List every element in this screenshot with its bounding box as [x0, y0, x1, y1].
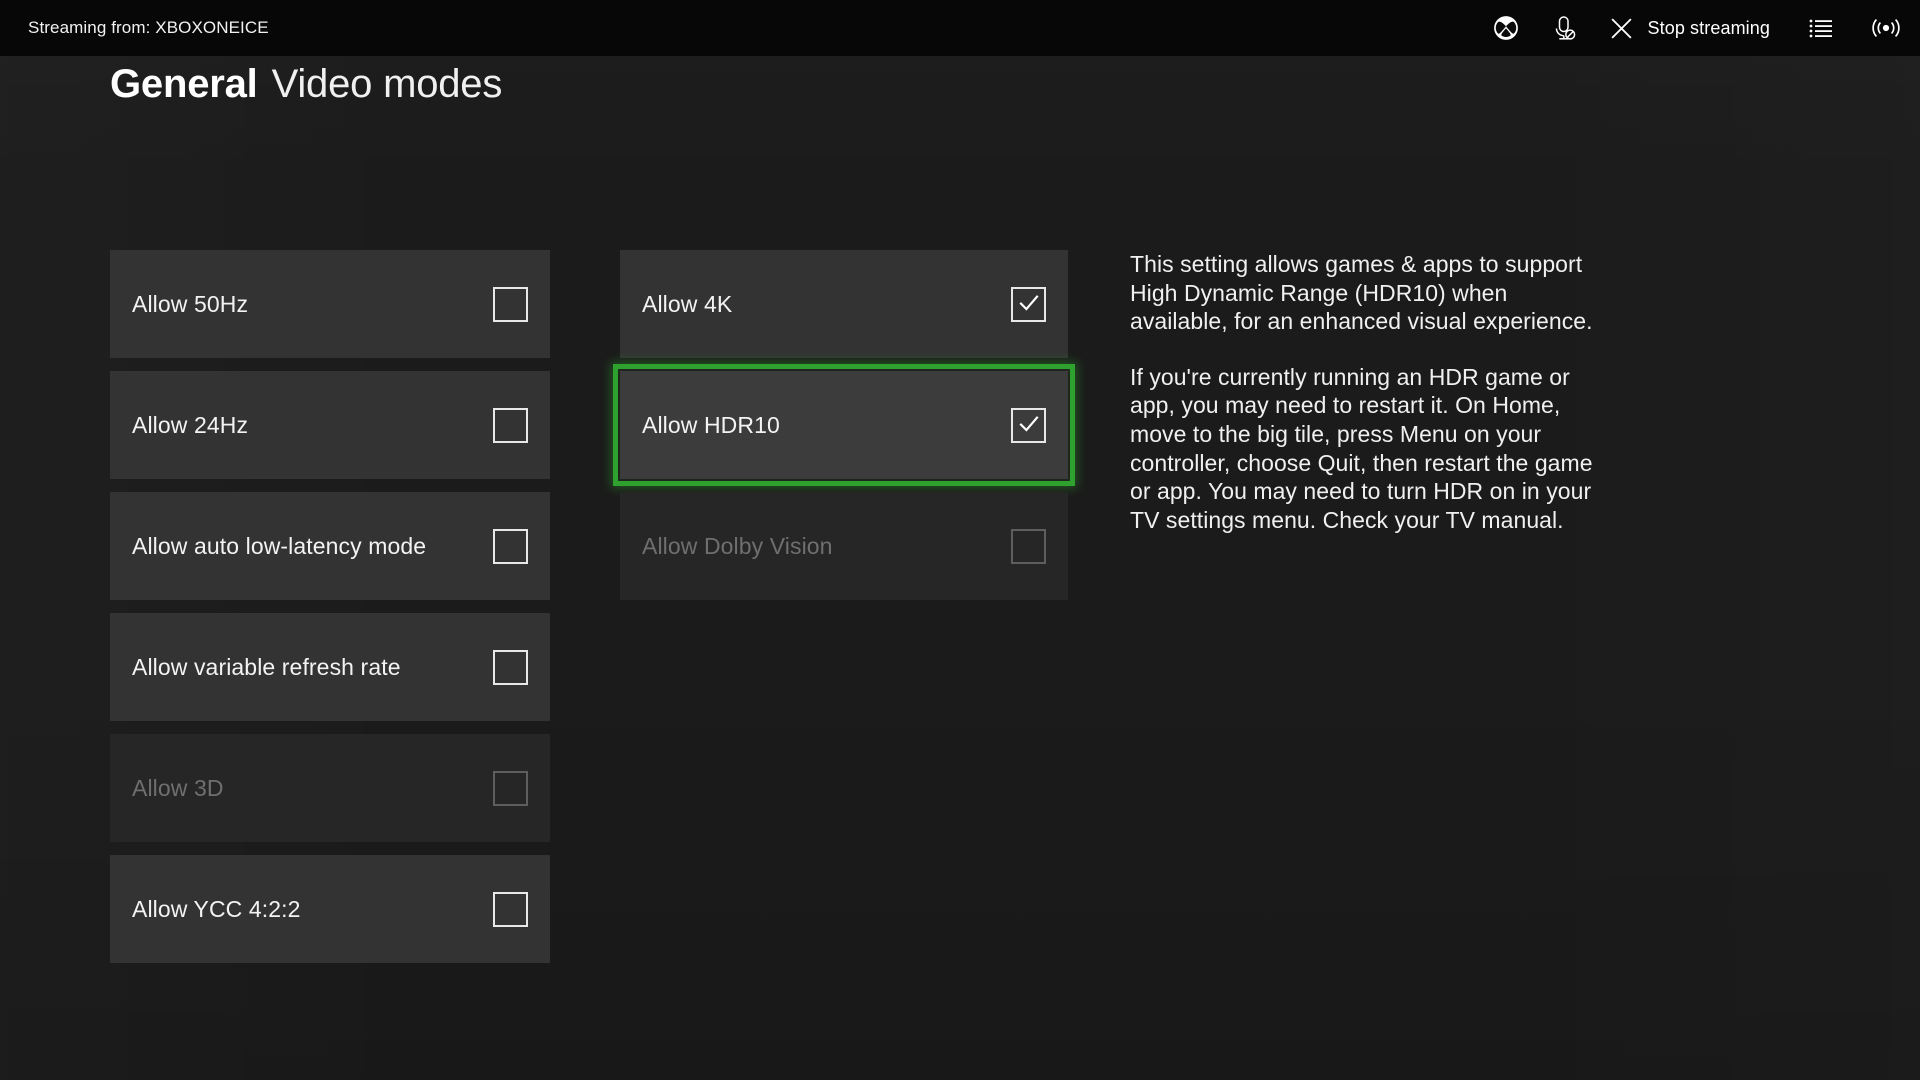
close-x-icon — [1610, 17, 1632, 39]
connection-signal-icon — [1872, 19, 1900, 37]
setting-row-wrapper-allow-24hz: Allow 24Hz — [110, 371, 550, 479]
checkbox-allow-3d — [493, 770, 528, 806]
checkbox-allow-50hz[interactable] — [493, 286, 528, 322]
overlay-menu-button[interactable] — [1790, 0, 1852, 56]
streaming-source-label: Streaming from: XBOXONEICE — [28, 18, 269, 37]
xbox-logo-icon — [1493, 16, 1518, 40]
setting-row-wrapper-allow-50hz: Allow 50Hz — [110, 250, 550, 358]
checkbox-allow-variable-refresh-rate[interactable] — [493, 649, 528, 685]
setting-row-allow-50hz[interactable]: Allow 50Hz — [110, 250, 550, 358]
checkbox-allow-4k[interactable] — [1011, 286, 1046, 322]
stop-streaming-button[interactable]: Stop streaming — [1593, 0, 1790, 56]
setting-label: Allow 50Hz — [132, 290, 249, 317]
setting-label: Allow Dolby Vision — [642, 532, 833, 559]
setting-label: Allow HDR10 — [642, 411, 780, 438]
setting-row-allow-auto-low-latency-mode[interactable]: Allow auto low-latency mode — [110, 492, 550, 600]
description-paragraph: If you're currently running an HDR game … — [1130, 363, 1593, 533]
setting-row-allow-4k[interactable]: Allow 4K — [620, 250, 1068, 358]
description-panel: This setting allows games & apps to supp… — [1130, 250, 1610, 534]
setting-row-wrapper-allow-3d: Allow 3D — [110, 734, 550, 842]
page-title: General Video modes — [110, 62, 502, 107]
setting-row-wrapper-allow-auto-low-latency-mode: Allow auto low-latency mode — [110, 492, 550, 600]
settings-column-left: Allow 50Hz Allow 24Hz Allow auto low-laten… — [110, 250, 550, 976]
checkbox-allow-dolby-vision — [1011, 528, 1046, 564]
microphone-mute-button[interactable] — [1535, 0, 1593, 56]
settings-column-middle: Allow 4K Allow HDR10 Allow Dolby Vision — [613, 250, 1075, 613]
checkbox-allow-auto-low-latency-mode[interactable] — [493, 528, 528, 564]
setting-label: Allow variable refresh rate — [132, 653, 401, 680]
stop-streaming-label: Stop streaming — [1647, 17, 1770, 38]
xbox-logo-button[interactable] — [1477, 0, 1535, 56]
xbox-settings-screen: Streaming from: XBOXONEICE Stop streamin… — [0, 0, 1920, 1080]
streaming-header-bar: Streaming from: XBOXONEICE Stop streamin… — [0, 0, 1920, 56]
streaming-toolbar: Stop streaming — [1477, 0, 1920, 56]
page-title-section: General — [110, 62, 258, 106]
microphone-muted-icon — [1555, 16, 1575, 40]
setting-row-allow-hdr10[interactable]: Allow HDR10 — [620, 371, 1068, 479]
setting-label: Allow 4K — [642, 290, 733, 317]
checkbox-allow-hdr10[interactable] — [1011, 407, 1046, 443]
setting-row-wrapper-allow-4k: Allow 4K — [620, 250, 1068, 358]
setting-row-allow-24hz[interactable]: Allow 24Hz — [110, 371, 550, 479]
setting-row-allow-dolby-vision: Allow Dolby Vision — [620, 492, 1068, 600]
list-menu-icon — [1809, 19, 1832, 38]
setting-row-allow-ycc-4-2-2[interactable]: Allow YCC 4:2:2 — [110, 855, 550, 963]
setting-label: Allow YCC 4:2:2 — [132, 895, 301, 922]
setting-label: Allow 24Hz — [132, 411, 249, 438]
setting-label: Allow auto low-latency mode — [132, 532, 427, 559]
checkmark-icon — [1018, 416, 1039, 432]
setting-row-wrapper-allow-variable-refresh-rate: Allow variable refresh rate — [110, 613, 550, 721]
description-paragraph: This setting allows games & apps to supp… — [1130, 251, 1593, 335]
checkbox-allow-24hz[interactable] — [493, 407, 528, 443]
setting-label: Allow 3D — [132, 774, 224, 801]
setting-row-wrapper-allow-hdr10: Allow HDR10 — [613, 364, 1075, 486]
checkbox-allow-ycc-4-2-2[interactable] — [493, 891, 528, 927]
checkmark-icon — [1018, 295, 1039, 311]
connection-quality-button[interactable] — [1852, 0, 1920, 56]
page-title-name: Video modes — [271, 62, 503, 106]
setting-row-allow-3d: Allow 3D — [110, 734, 550, 842]
setting-row-allow-variable-refresh-rate[interactable]: Allow variable refresh rate — [110, 613, 550, 721]
setting-row-wrapper-allow-dolby-vision: Allow Dolby Vision — [620, 492, 1068, 600]
settings-content: Allow 50Hz Allow 24Hz Allow auto low-laten… — [0, 250, 1920, 1030]
setting-row-wrapper-allow-ycc-4-2-2: Allow YCC 4:2:2 — [110, 855, 550, 963]
